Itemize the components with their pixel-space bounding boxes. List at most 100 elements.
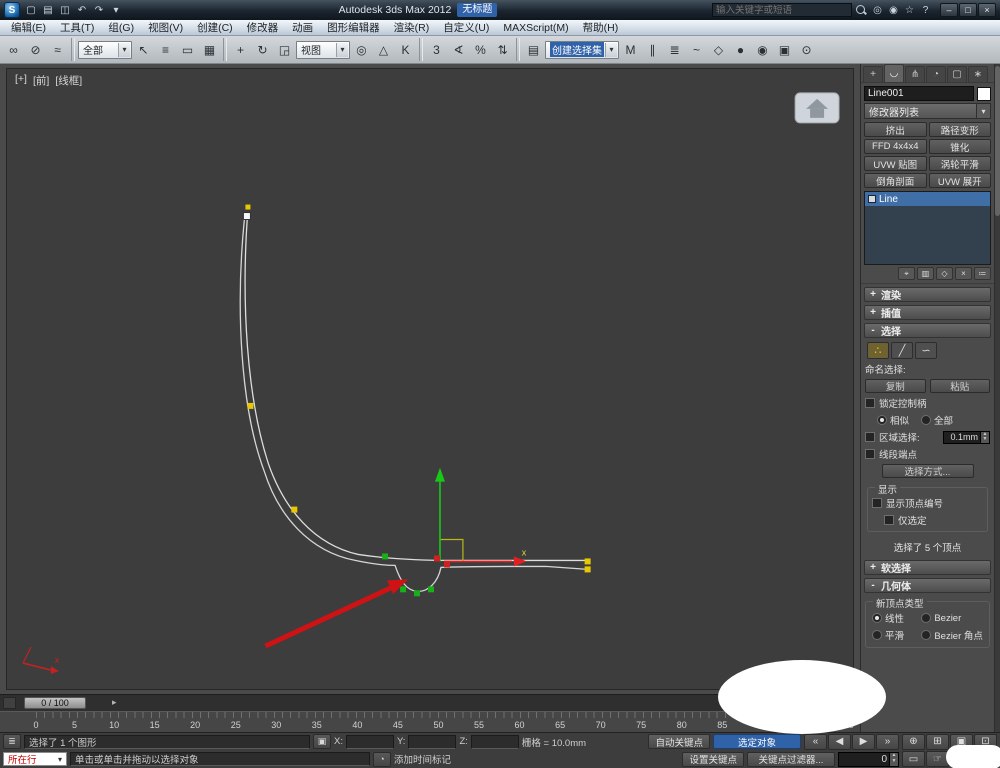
vertex-yellow[interactable] [291,506,298,513]
select-and-scale-icon[interactable]: ◲ [274,39,295,61]
menu-item[interactable]: 帮助(H) [576,20,626,35]
vertex-green[interactable] [400,586,407,593]
mirror-icon[interactable]: M [620,39,641,61]
rollout-interpolation[interactable]: + 插值 [864,305,991,320]
play-animation-icon[interactable]: ▶ [852,733,875,750]
rollout-render[interactable]: + 渲染 [864,287,991,302]
spinner-snap-icon[interactable]: ⇅ [492,39,513,61]
unlink-selection-icon[interactable]: ⊘ [25,39,46,61]
select-and-link-icon[interactable]: ∞ [3,39,24,61]
modifier-stack[interactable]: Line [864,191,991,265]
zoom-icon[interactable]: ⊕ [902,733,925,750]
modifier-button[interactable]: 涡轮平滑 [928,156,991,171]
modifier-button[interactable]: 挤出 [864,122,927,137]
rendered-frame-icon[interactable]: ▣ [774,39,795,61]
use-pivot-point-icon[interactable]: ◎ [351,39,372,61]
modifier-list-dropdown[interactable]: 修改器列表 [864,103,991,119]
schematic-view-icon[interactable]: ◇ [708,39,729,61]
project-folder-icon[interactable]: ▾ [108,3,124,18]
set-key-button[interactable]: 设置关键点 [682,751,744,767]
select-by-name-icon[interactable]: ≡ [155,39,176,61]
viewport-front-wireframe[interactable]: [+] [前] [线框] x x [6,68,854,690]
angle-snap-icon[interactable]: ∢ [448,39,469,61]
key-filter-target-dropdown[interactable]: 选定对象 [713,734,801,750]
vertex-red-selected[interactable] [433,555,440,562]
zoom-region-icon[interactable]: ▭ [902,751,925,768]
tab-create[interactable]: + [863,66,883,82]
gizmo-plane-handle[interactable] [439,538,464,562]
previous-frame-icon[interactable]: ◀ [828,733,851,750]
key-filters-button[interactable]: 关键点过滤器... [747,751,835,767]
menu-item[interactable]: 渲染(R) [387,20,437,35]
search-icon[interactable] [855,4,867,16]
show-end-result-icon[interactable]: ▥ [917,267,934,280]
segment-end-checkbox[interactable]: 线段端点 [865,447,990,461]
selected-only-checkbox[interactable]: 仅选定 [872,513,983,527]
current-time-spinner[interactable]: 0 ▲ ▼ [838,751,899,767]
reference-coordinate-dropdown[interactable]: 视图 [296,40,350,59]
gizmo-y-arrowhead[interactable] [434,467,445,482]
vertex-type-bezier[interactable]: Bezier [921,611,983,625]
communication-center-icon[interactable]: ◉ [886,3,901,18]
select-and-manipulate-icon[interactable]: △ [373,39,394,61]
object-color-swatch[interactable] [977,86,991,101]
search-input[interactable] [712,3,852,17]
snaps-toggle-icon[interactable]: 3 [426,39,447,61]
align-icon[interactable]: ∥ [642,39,663,61]
minimize-button[interactable]: – [940,3,958,17]
menu-item[interactable]: MAXScript(M) [496,20,575,35]
menu-item[interactable]: 自定义(U) [436,20,496,35]
layer-manager-icon[interactable]: ≣ [664,39,685,61]
auto-key-button[interactable]: 自动关键点 [648,734,710,750]
menu-item[interactable]: 编辑(E) [4,20,53,35]
modifier-button[interactable]: 路径变形 [928,122,991,137]
go-to-start-icon[interactable]: « [804,733,827,750]
y-coordinate-field[interactable] [408,734,457,749]
viewport-menu-general[interactable]: [+] [15,73,27,88]
make-unique-icon[interactable]: ◇ [936,267,953,280]
vertex-type-linear[interactable]: 线性 [872,611,921,625]
object-name-field[interactable]: Line001 [864,86,974,101]
rectangular-selection-region-icon[interactable]: ▭ [177,39,198,61]
zoom-all-icon[interactable]: ⊞ [926,733,949,750]
viewport[interactable]: [+] [前] [线框] x x [0,64,860,694]
time-slider-handle[interactable]: 0 / 100 [24,697,86,709]
maxscript-mini-listener[interactable]: 所在行 ▾ [3,752,67,767]
similar-radio[interactable]: 相似 [877,413,909,427]
vertex-green[interactable] [428,586,434,593]
rollout-geometry[interactable]: - 几何体 [864,578,991,593]
edit-named-selection-sets-icon[interactable]: ▤ [523,39,544,61]
render-production-icon[interactable]: ⊙ [796,39,817,61]
modifier-button[interactable]: FFD 4x4x4 [864,139,927,154]
keyboard-shortcut-override-icon[interactable]: K [395,39,416,61]
help-icon[interactable]: ? [918,3,933,18]
undo-icon[interactable]: ↶ [74,3,90,18]
time-tag-icon[interactable]: ◔ [373,751,391,767]
signin-icon[interactable]: ◎ [870,3,885,18]
render-setup-icon[interactable]: ◉ [752,39,773,61]
tab-hierarchy[interactable]: ⋔ [905,66,925,82]
tab-modify[interactable]: ◡ [884,64,904,82]
menu-item[interactable]: 修改器 [240,20,286,35]
modifier-button[interactable]: UVW 展开 [928,173,991,188]
open-file-icon[interactable]: ▤ [40,3,56,18]
spinner-buttons[interactable]: ▲ ▼ [890,751,899,767]
pin-stack-icon[interactable]: ⌖ [898,267,915,280]
close-button[interactable]: × [978,3,996,17]
tab-utilities[interactable]: ∗ [968,66,988,82]
modifier-button[interactable]: UVW 贴图 [864,156,927,171]
configure-modifier-sets-icon[interactable]: ≔ [974,267,991,280]
area-selection-spinner[interactable]: 0.1mm ▲ ▼ [943,430,990,444]
panel-scrollbar-thumb[interactable] [995,66,1000,216]
current-time-value[interactable]: 0 [838,751,890,767]
show-vertex-numbers-checkbox[interactable]: 显示顶点编号 [872,496,983,510]
menu-item[interactable]: 图形编辑器 [320,20,387,35]
vertex-mode-button[interactable]: ∴ [867,342,889,359]
select-and-rotate-icon[interactable]: ↻ [252,39,273,61]
mini-listener-icon[interactable]: ≣ [3,734,21,750]
tab-motion[interactable]: ◔ [926,66,946,82]
remove-modifier-icon[interactable]: × [955,267,972,280]
menu-item[interactable]: 工具(T) [53,20,101,35]
lock-handles-checkbox[interactable]: 锁定控制柄 [865,396,990,410]
time-slider-next-arrow[interactable]: ▸ [112,697,117,708]
